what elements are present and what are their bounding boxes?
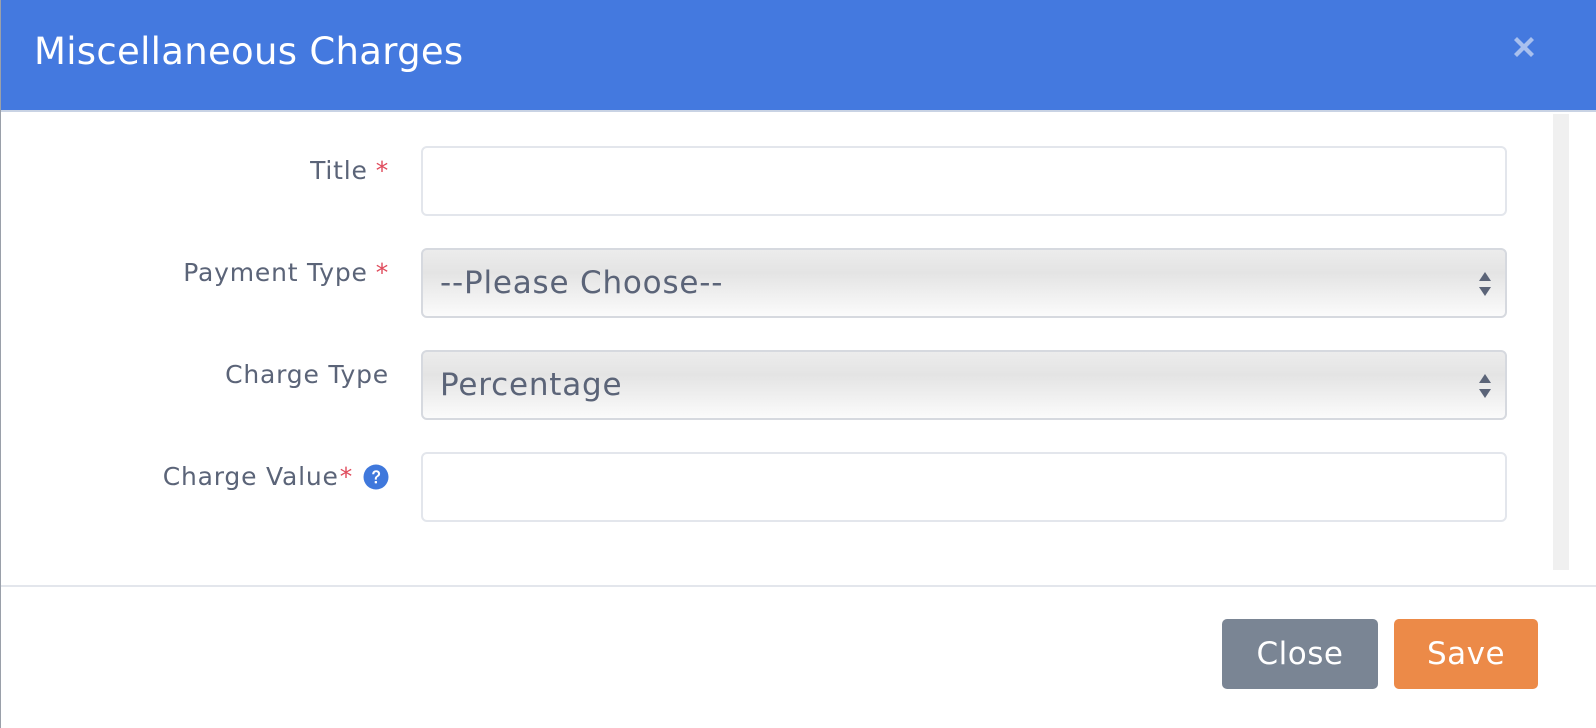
charge-type-label-text: Charge Type [225, 360, 389, 389]
close-x-icon[interactable] [1507, 30, 1541, 64]
payment-type-select[interactable]: --Please Choose-- [421, 248, 1507, 318]
payment-type-selected: --Please Choose-- [440, 265, 724, 301]
save-button[interactable]: Save [1394, 619, 1538, 689]
form-row-charge-value: Charge Value * [1, 452, 1596, 522]
payment-type-label-text: Payment Type [183, 258, 368, 287]
select-arrows-icon [1479, 272, 1491, 296]
charge-type-selected: Percentage [440, 367, 623, 403]
title-label-text: Title [310, 156, 368, 185]
payment-type-label: Payment Type * [183, 258, 389, 287]
modal-header: Miscellaneous Charges [1, 0, 1596, 112]
form-row-charge-type: Charge Type Percentage [1, 350, 1596, 420]
select-arrows-icon [1479, 374, 1491, 398]
required-mark: * [375, 258, 389, 287]
charge-value-label-text: Charge Value [162, 462, 339, 491]
close-button[interactable]: Close [1222, 619, 1378, 689]
misc-charges-modal: Miscellaneous Charges Title * Payment Ty… [0, 0, 1596, 728]
question-circle-icon[interactable] [363, 464, 389, 490]
title-input[interactable] [421, 146, 1507, 216]
required-mark: * [375, 156, 389, 185]
charge-value-input[interactable] [421, 452, 1507, 522]
modal-title: Miscellaneous Charges [34, 30, 464, 73]
charge-value-label: Charge Value * [163, 462, 389, 491]
form-row-payment-type: Payment Type * --Please Choose-- [1, 248, 1596, 318]
charge-type-select[interactable]: Percentage [421, 350, 1507, 420]
charge-type-label: Charge Type [225, 360, 389, 389]
footer-divider [1, 585, 1596, 587]
required-mark: * [339, 462, 353, 491]
form-row-title: Title * [1, 146, 1596, 216]
title-label: Title * [310, 156, 389, 185]
